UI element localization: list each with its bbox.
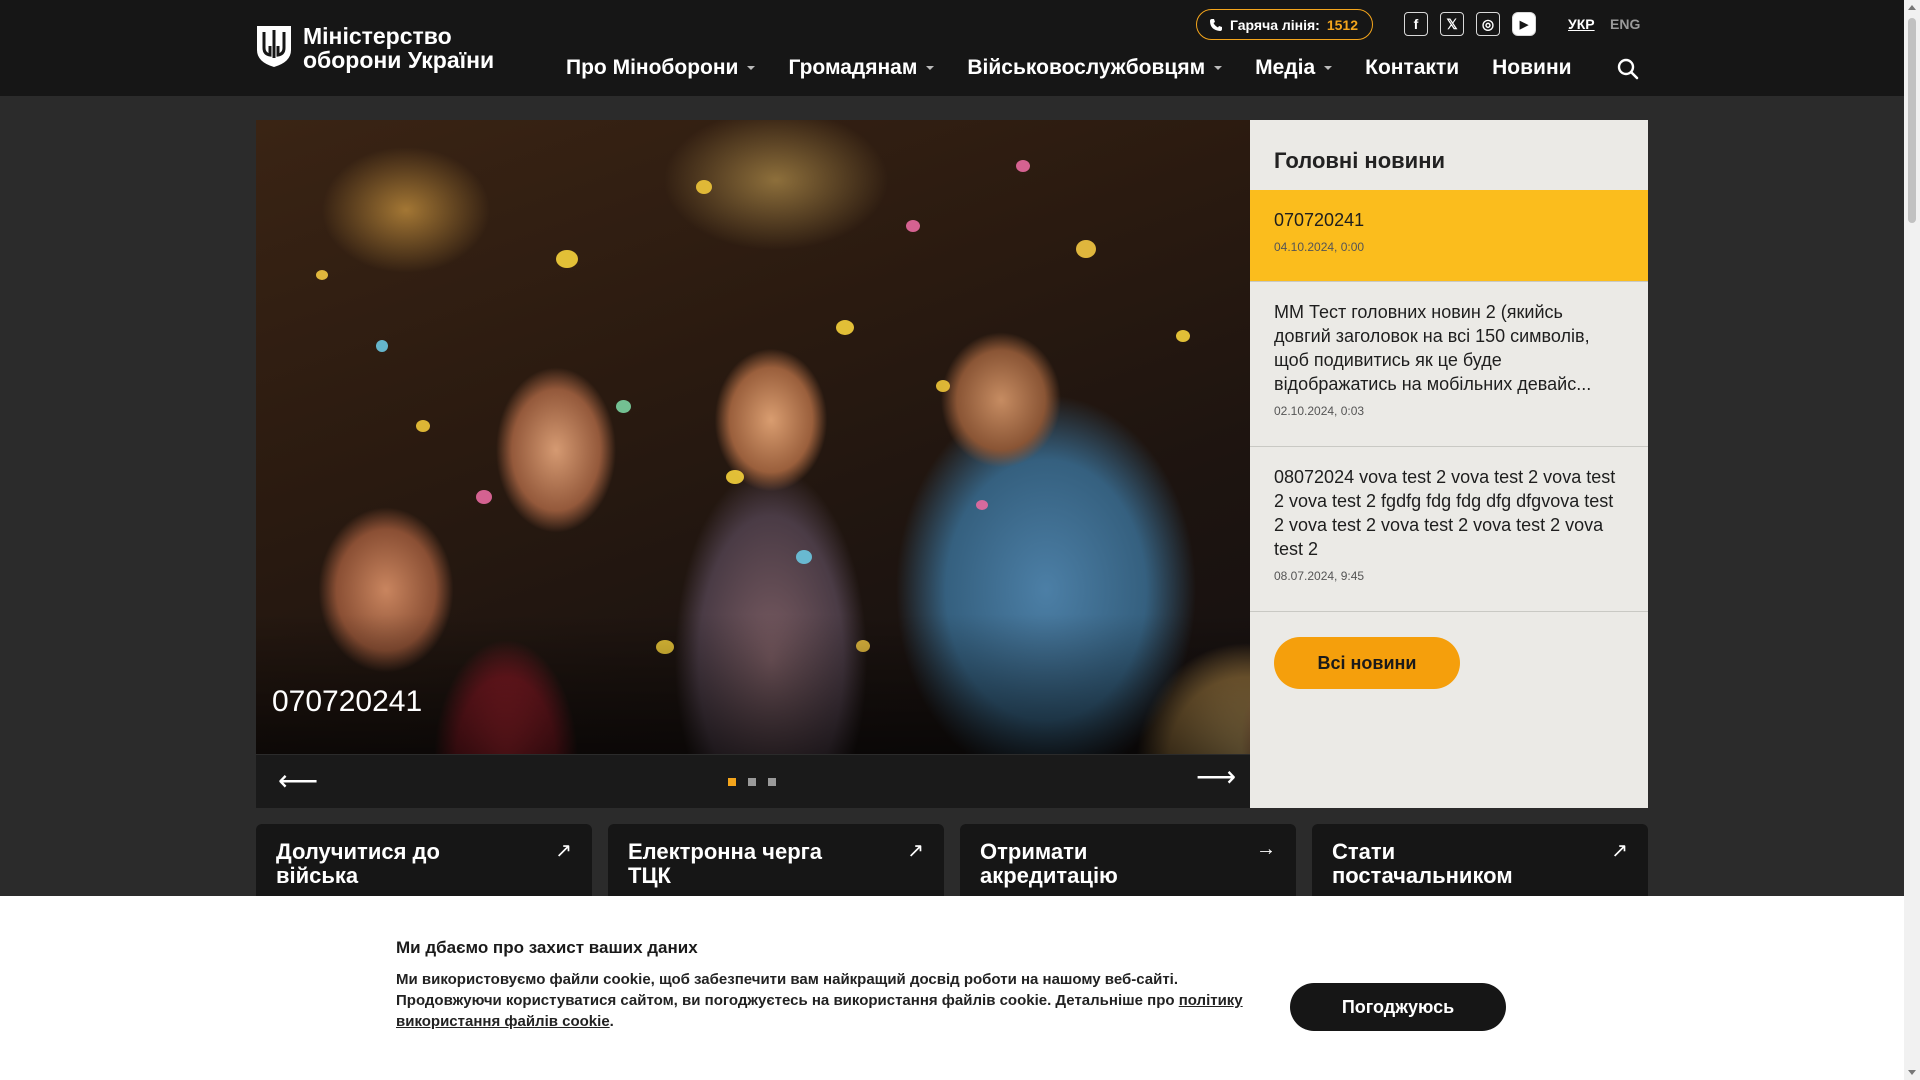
youtube-icon[interactable]: ▶	[1512, 12, 1536, 36]
nav-item-label: Громадянам	[788, 56, 918, 79]
arrow-right-icon: →	[1256, 838, 1276, 860]
scroll-up-icon[interactable]	[1908, 5, 1916, 10]
cookie-text: Ми використовуємо файли cookie, щоб забе…	[396, 969, 1256, 1032]
nav-item-label: Медіа	[1255, 56, 1316, 79]
card-supplier[interactable]: Стати постачальником ↗	[1312, 824, 1648, 900]
slide-title[interactable]: 070720241	[272, 685, 422, 719]
arrow-up-right-icon: ↗	[907, 840, 924, 862]
card-accreditation[interactable]: Отримати акредитацію →	[960, 824, 1296, 900]
card-label: Електронна черга ТЦК	[628, 839, 823, 888]
site-header: Міністерство оборони України Гаряча ліні…	[0, 0, 1904, 96]
nav-item-contacts[interactable]: Контакти	[1365, 56, 1459, 80]
news-date: 02.10.2024, 0:03	[1274, 404, 1365, 418]
nav-item-label: Контакти	[1365, 56, 1460, 79]
scroll-down-icon[interactable]	[1908, 1070, 1916, 1075]
slider-dots	[728, 778, 776, 786]
nav-item-label: Новини	[1492, 56, 1572, 79]
cookie-banner: Ми дбаємо про захист ваших даних Ми вико…	[0, 896, 1904, 1080]
main-nav: Про Міноборони Громадянам Військовослужб…	[566, 56, 1605, 80]
cookie-body: Ми використовуємо файли cookie, щоб забе…	[396, 971, 1179, 1009]
card-label: Долучитися до війська	[276, 839, 440, 888]
arrow-left-icon[interactable]: ⟵	[278, 767, 318, 795]
cookie-agree-button[interactable]: Погоджуюсь	[1290, 983, 1506, 1031]
trident-logo-icon	[257, 26, 291, 67]
arrow-up-right-icon: ↗	[555, 840, 572, 862]
x-twitter-icon[interactable]: 𝕏	[1440, 12, 1464, 36]
card-label: Стати постачальником	[1332, 839, 1513, 888]
logo-text: Міністерство оборони України	[303, 23, 495, 73]
news-date: 04.10.2024, 0:00	[1274, 240, 1365, 254]
news-title: ММ Тест головних новин 2 (якийсь довгий …	[1274, 302, 1592, 394]
news-item[interactable]: 070720241 04.10.2024, 0:00	[1250, 190, 1648, 282]
social-links: f 𝕏 ◎ ▶	[1404, 12, 1536, 36]
news-item[interactable]: 08072024 vova test 2 vova test 2 vova te…	[1250, 447, 1648, 612]
news-date: 08.07.2024, 9:45	[1274, 569, 1365, 583]
slider-dot-3[interactable]	[768, 778, 776, 786]
nav-item-news[interactable]: Новини	[1492, 56, 1571, 80]
page-scrollbar[interactable]	[1904, 0, 1920, 1080]
phone-icon	[1210, 18, 1222, 31]
quick-links: Долучитися до війська ↗ Електронна черга…	[256, 824, 1648, 900]
hotline-number: 1512	[1326, 16, 1358, 33]
card-label: Отримати акредитацію	[980, 839, 1118, 888]
nav-item-servicemen[interactable]: Військовослужбовцям	[967, 56, 1223, 80]
news-item[interactable]: ММ Тест головних новин 2 (якийсь довгий …	[1250, 282, 1648, 447]
nav-item-about[interactable]: Про Міноборони	[566, 56, 756, 80]
instagram-icon[interactable]: ◎	[1476, 12, 1500, 36]
all-news-button[interactable]: Всі новини	[1274, 637, 1460, 689]
nav-item-media[interactable]: Медіа	[1255, 56, 1333, 80]
search-icon[interactable]	[1617, 58, 1639, 80]
site-logo[interactable]: Міністерство оборони України	[255, 24, 523, 72]
hero-slider[interactable]: 070720241	[256, 120, 1250, 754]
lang-eng-link[interactable]: ENG	[1610, 16, 1640, 32]
cookie-text-end: .	[609, 1013, 614, 1030]
nav-item-label: Про Міноборони	[566, 56, 739, 79]
hotline-label: Гаряча лінія:	[1230, 16, 1320, 33]
slider-controls: ⟵ ⟶	[256, 755, 1250, 808]
lang-ukr-link[interactable]: УКР	[1568, 16, 1595, 32]
arrow-right-icon[interactable]: ⟶	[1196, 763, 1236, 791]
slider-dot-1[interactable]	[728, 778, 736, 786]
top-news-panel: Головні новини 070720241 04.10.2024, 0:0…	[1250, 120, 1648, 808]
chevron-down-icon	[926, 66, 935, 70]
arrow-up-right-icon: ↗	[1611, 840, 1628, 862]
card-tck-queue[interactable]: Електронна черга ТЦК ↗	[608, 824, 944, 900]
chevron-down-icon	[1324, 66, 1333, 70]
facebook-icon[interactable]: f	[1404, 12, 1428, 36]
top-news-heading: Головні новини	[1274, 148, 1446, 173]
news-title: 08072024 vova test 2 vova test 2 vova te…	[1274, 467, 1616, 559]
chevron-down-icon	[747, 66, 756, 70]
slider-dot-2[interactable]	[748, 778, 756, 786]
card-join-army[interactable]: Долучитися до війська ↗	[256, 824, 592, 900]
cookie-title: Ми дбаємо про захист ваших даних	[396, 938, 698, 957]
hotline-badge[interactable]: Гаряча лінія: 1512	[1196, 9, 1373, 40]
scroll-thumb[interactable]	[1908, 18, 1916, 223]
chevron-down-icon	[1214, 66, 1223, 70]
news-title: 070720241	[1274, 210, 1365, 230]
nav-item-citizens[interactable]: Громадянам	[788, 56, 935, 80]
hero-gradient	[256, 614, 1250, 754]
nav-item-label: Військовослужбовцям	[967, 56, 1206, 79]
